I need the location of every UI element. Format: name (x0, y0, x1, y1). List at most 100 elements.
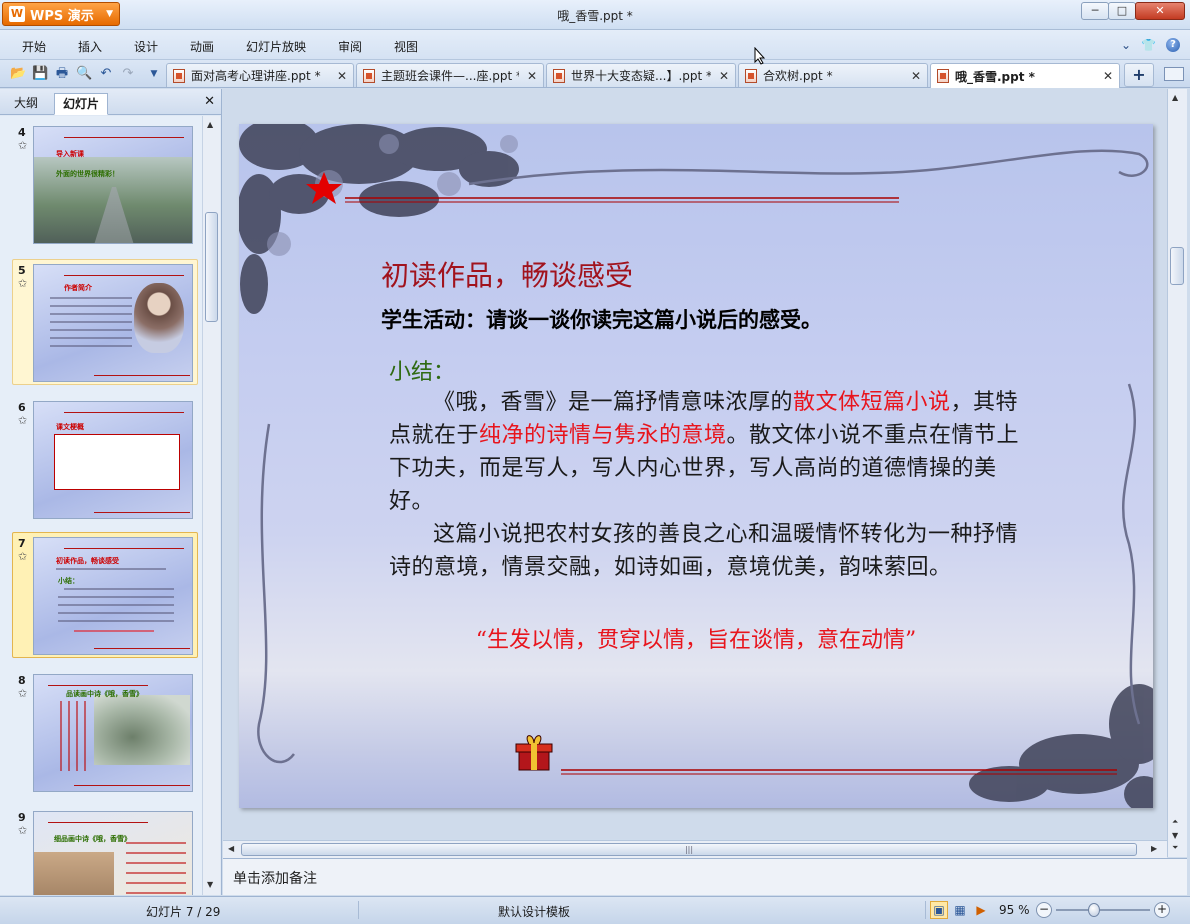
tab-list-icon[interactable] (1164, 67, 1184, 81)
synopsis-box (54, 434, 180, 490)
close-icon[interactable]: ✕ (1103, 69, 1113, 83)
next-slide-icon[interactable]: ⏷ (1172, 843, 1178, 853)
print-icon[interactable]: 🖶 (54, 66, 70, 82)
doc-tab-5-active[interactable]: 哦_香雪.ppt * ✕ (930, 63, 1120, 88)
print-preview-icon[interactable]: 🔍 (76, 66, 92, 82)
animation-star-icon: ✩ (18, 139, 28, 152)
thumbnail-scrollbar[interactable]: ▲ ▼ (202, 116, 220, 895)
doc-tab-label: 合欢树.ppt * (763, 69, 833, 83)
slide-number: 7 (18, 537, 26, 550)
doc-tab-2[interactable]: 主题班会课件—...座.ppt * ✕ (356, 63, 544, 87)
menu-insert[interactable]: 插入 (78, 38, 102, 55)
menu-animation[interactable]: 动画 (190, 38, 214, 55)
tab-slides[interactable]: 幻灯片 (54, 93, 109, 115)
divider-line (94, 375, 190, 376)
text-line (50, 329, 132, 331)
divider (358, 901, 359, 919)
slide-sorter-icon[interactable]: ▦ (951, 901, 969, 919)
doc-tab-3[interactable]: 世界十大变态疑...】.ppt * ✕ (546, 63, 736, 87)
previous-slide-icon[interactable]: ⏶ (1172, 817, 1178, 827)
animation-star-icon: ✩ (18, 277, 28, 290)
slideshow-icon[interactable]: ▶ (972, 901, 990, 919)
notes-pane[interactable]: 单击添加备注 (223, 858, 1187, 895)
help-icon[interactable]: ? (1166, 38, 1180, 52)
summary-label[interactable]: 小结： (389, 354, 455, 386)
scroll-down-icon[interactable]: ▼ (1172, 831, 1178, 840)
design-template-name: 默认设计模板 (498, 905, 571, 919)
menu-view[interactable]: 视图 (394, 38, 418, 55)
menu-design[interactable]: 设计 (134, 38, 158, 55)
text-line (50, 313, 132, 315)
maximize-button[interactable]: □ (1108, 2, 1136, 20)
scrollbar-thumb[interactable] (1170, 247, 1184, 285)
scroll-up-icon[interactable]: ▲ (207, 120, 213, 129)
slide-counter: 幻灯片 7 / 29 (146, 905, 221, 919)
scrollbar-thumb[interactable] (205, 212, 218, 322)
editor-horizontal-scrollbar[interactable]: ◀ ||| ▶ (223, 840, 1167, 858)
slide-title[interactable]: 初读作品，畅谈感受 (381, 254, 633, 294)
divider-line (64, 548, 184, 549)
minimize-button[interactable]: ─ (1081, 2, 1109, 20)
customize-dropdown-icon[interactable]: ▼ (146, 66, 162, 82)
menu-right-tools: ⌄ 👕 ? (1121, 38, 1180, 52)
chevron-down-icon[interactable]: ⌄ (1121, 38, 1131, 52)
slide-preview: 课文梗概 (33, 401, 193, 519)
text-line (64, 588, 174, 590)
zoom-slider-thumb[interactable] (1087, 903, 1100, 917)
scrollbar-thumb[interactable]: ||| (241, 843, 1137, 856)
thumb-heading: 品读画中诗《哦，香雪》 (66, 690, 143, 698)
close-icon[interactable]: ✕ (719, 69, 729, 83)
slide-thumbnail-9[interactable]: 9 ✩ 细品画中诗《哦，香雪》 (12, 806, 198, 895)
redo-icon[interactable]: ↷ (120, 66, 136, 82)
menu-review[interactable]: 审阅 (338, 38, 362, 55)
mouse-pointer-icon (754, 47, 766, 65)
student-activity-text[interactable]: 学生活动：请谈一谈你读完这篇小说后的感受。 (381, 304, 822, 334)
slide-thumbnail-5[interactable]: 5 ✩ 作者简介 (12, 259, 198, 385)
people-photo (34, 852, 114, 895)
ppt-file-icon (553, 68, 565, 83)
quick-toolbar-and-tabs: 📂 💾 🖶 🔍 ↶ ↷ ▼ 面对高考心理讲座.ppt * ✕ 主题班会课件—..… (0, 60, 1190, 88)
normal-view-icon[interactable]: ▣ (930, 901, 948, 919)
open-icon[interactable]: 📂 (10, 66, 26, 82)
menu-home[interactable]: 开始 (22, 38, 46, 55)
close-icon[interactable]: ✕ (527, 69, 537, 83)
scroll-down-icon[interactable]: ▼ (207, 880, 213, 889)
save-icon[interactable]: 💾 (32, 66, 48, 82)
close-icon[interactable]: ✕ (911, 69, 921, 83)
slide-thumbnail-list[interactable]: 4 ✩ 导入新课 外面的世界很精彩！ 5 ✩ 作者简介 6 ✩ 课文梗概 7 ✩… (0, 116, 202, 895)
current-slide[interactable]: 初读作品，畅谈感受 学生活动：请谈一谈你读完这篇小说后的感受。 小结： 《哦，香… (239, 124, 1153, 808)
divider-line (64, 412, 184, 413)
thumb-heading: 初读作品，畅谈感受 (56, 557, 119, 565)
scroll-left-icon[interactable]: ◀ (228, 844, 234, 853)
zoom-out-button[interactable]: − (1036, 902, 1052, 918)
text-line (50, 321, 132, 323)
shirt-icon[interactable]: 👕 (1141, 38, 1156, 52)
tab-outline[interactable]: 大纲 (6, 93, 46, 115)
slide-thumbnail-8[interactable]: 8 ✩ 品读画中诗《哦，香雪》 (12, 669, 198, 795)
doc-tab-1[interactable]: 面对高考心理讲座.ppt * ✕ (166, 63, 354, 87)
slide-thumbnail-6[interactable]: 6 ✩ 课文梗概 (12, 396, 198, 522)
zoom-slider-track[interactable] (1056, 909, 1150, 911)
doc-tab-label: 世界十大变态疑...】.ppt * (571, 69, 711, 83)
text-column (60, 701, 62, 771)
text-line (50, 337, 132, 339)
slide-thumbnail-7-selected[interactable]: 7 ✩ 初读作品，畅谈感受 小结： (12, 532, 198, 658)
slide-thumbnail-4[interactable]: 4 ✩ 导入新课 外面的世界很精彩！ (12, 121, 198, 247)
editor-vertical-scrollbar[interactable]: ▲ ⏶ ▼ ⏷ (1167, 89, 1187, 857)
close-icon[interactable]: ✕ (204, 94, 215, 109)
undo-icon[interactable]: ↶ (98, 66, 114, 82)
scroll-up-icon[interactable]: ▲ (1172, 93, 1178, 102)
new-tab-button[interactable]: + (1124, 63, 1154, 87)
close-window-button[interactable]: ✕ (1135, 2, 1185, 20)
slide-number: 8 (18, 674, 26, 687)
menu-slideshow[interactable]: 幻灯片放映 (246, 38, 306, 55)
summary-body[interactable]: 《哦，香雪》是一篇抒情意味浓厚的散文体短篇小说，其特点就在于纯净的诗情与隽永的意… (389, 386, 1029, 584)
text-line (74, 630, 154, 632)
zoom-in-button[interactable]: + (1154, 902, 1170, 918)
scroll-right-icon[interactable]: ▶ (1151, 844, 1157, 853)
close-icon[interactable]: ✕ (337, 69, 347, 83)
para1-highlight-genre: 散文体短篇小说 (793, 390, 951, 415)
doc-tab-4[interactable]: 合欢树.ppt * ✕ (738, 63, 928, 87)
text-column (84, 701, 86, 771)
closing-quote[interactable]: “生发以情，贯穿以情，旨在谈情，意在动情” (239, 622, 1153, 654)
